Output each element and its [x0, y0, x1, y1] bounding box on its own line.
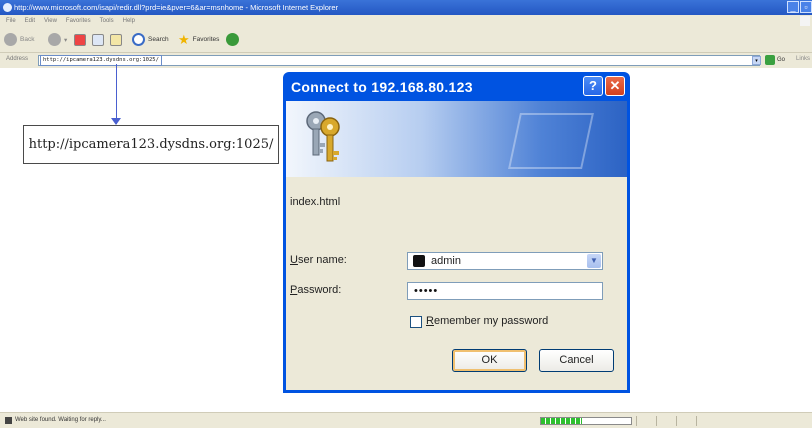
status-divider — [696, 416, 697, 426]
window-icon — [3, 3, 12, 12]
menu-file[interactable]: File — [6, 15, 16, 27]
chevron-down-icon[interactable]: ▼ — [587, 254, 601, 268]
password-label: Password: — [290, 284, 342, 296]
status-divider — [656, 416, 657, 426]
menu-view[interactable]: View — [44, 15, 57, 27]
banner-watermark — [508, 113, 594, 169]
back-button[interactable]: Back — [4, 32, 34, 47]
progress-bar — [540, 417, 632, 425]
minimize-icon[interactable]: _ — [787, 1, 799, 13]
back-label: Back — [20, 36, 35, 43]
address-dropdown-icon[interactable]: ▾ — [752, 56, 761, 65]
links-label[interactable]: Links — [796, 56, 810, 62]
remember-checkbox[interactable] — [410, 316, 422, 328]
menu-favorites[interactable]: Favorites — [66, 15, 91, 27]
keys-icon — [306, 111, 340, 162]
close-icon[interactable]: ✕ — [605, 76, 625, 96]
status-divider — [636, 416, 637, 426]
dialog-banner — [286, 101, 627, 177]
progress-fill — [541, 418, 582, 424]
address-bar: Address http://ipcamera123.dysdns.org:10… — [0, 52, 812, 68]
callout-text: http://ipcamera123.dysdns.org:1025/ — [28, 137, 274, 152]
home-icon — [110, 33, 122, 46]
password-field[interactable]: ••••• — [407, 282, 603, 300]
login-dialog: Connect to 192.168.80.123 ? ✕ index.html… — [283, 72, 630, 393]
username-value: admin — [431, 255, 461, 267]
ok-button[interactable]: OK — [452, 349, 527, 372]
url-callout: http://ipcamera123.dysdns.org:1025/ — [23, 125, 279, 164]
search-icon — [132, 33, 145, 46]
menu-help[interactable]: Help — [123, 15, 135, 27]
menu-tools[interactable]: Tools — [100, 15, 114, 27]
search-label: Search — [148, 36, 169, 43]
hourglass-icon — [5, 417, 12, 424]
dialog-titlebar[interactable]: Connect to 192.168.80.123 ? ✕ — [286, 72, 627, 101]
search-button[interactable]: Search — [132, 32, 169, 47]
username-label: User name: — [290, 254, 347, 266]
window-title: http://www.microsoft.com/isapi/redir.dll… — [14, 3, 339, 12]
user-avatar-icon — [413, 255, 425, 267]
callout-line — [116, 64, 117, 124]
cancel-button[interactable]: Cancel — [539, 349, 614, 372]
window-titlebar[interactable]: http://www.microsoft.com/isapi/redir.dll… — [0, 0, 812, 15]
address-label: Address — [6, 56, 29, 62]
favorites-button[interactable]: ★ Favorites — [178, 32, 219, 47]
forward-dropdown-icon: ▾ — [64, 36, 68, 44]
address-value[interactable]: http://ipcamera123.dysdns.org:1025/ — [40, 55, 162, 66]
status-bar: Web site found. Waiting for reply... — [0, 412, 812, 428]
dialog-body: index.html User name: admin ▼ Password: … — [286, 101, 627, 390]
dialog-host: index.html — [290, 196, 341, 208]
help-icon[interactable]: ? — [583, 76, 603, 96]
menu-bar: File Edit View Favorites Tools Help — [0, 15, 812, 27]
menu-edit[interactable]: Edit — [25, 15, 35, 27]
windows-flag-icon — [800, 16, 810, 26]
callout-arrow-icon — [111, 118, 121, 125]
back-arrow-icon — [4, 33, 17, 46]
dialog-title: Connect to 192.168.80.123 — [291, 79, 473, 95]
stop-icon — [74, 33, 86, 46]
toolbar: Back ▾ Search ★ Favorites — [0, 27, 812, 52]
go-arrow-icon — [765, 55, 775, 65]
status-text: Web site found. Waiting for reply... — [15, 417, 106, 423]
favorites-label: Favorites — [192, 36, 220, 43]
go-button[interactable]: Go — [765, 55, 785, 65]
go-label: Go — [777, 57, 786, 63]
remember-label[interactable]: Remember my password — [426, 315, 548, 327]
favorites-star-icon: ★ — [178, 31, 190, 47]
media-icon — [226, 33, 239, 46]
home-button[interactable] — [110, 32, 122, 47]
forward-arrow-icon — [48, 33, 61, 46]
refresh-button[interactable] — [92, 32, 104, 47]
username-combobox[interactable]: admin ▼ — [407, 252, 603, 270]
media-button[interactable] — [226, 32, 239, 47]
refresh-icon — [92, 33, 104, 46]
forward-button[interactable]: ▾ — [48, 32, 67, 47]
window-controls: _ ▫ — [787, 1, 812, 14]
restore-icon[interactable]: ▫ — [800, 1, 812, 13]
stop-button[interactable] — [74, 32, 86, 47]
status-divider — [676, 416, 677, 426]
